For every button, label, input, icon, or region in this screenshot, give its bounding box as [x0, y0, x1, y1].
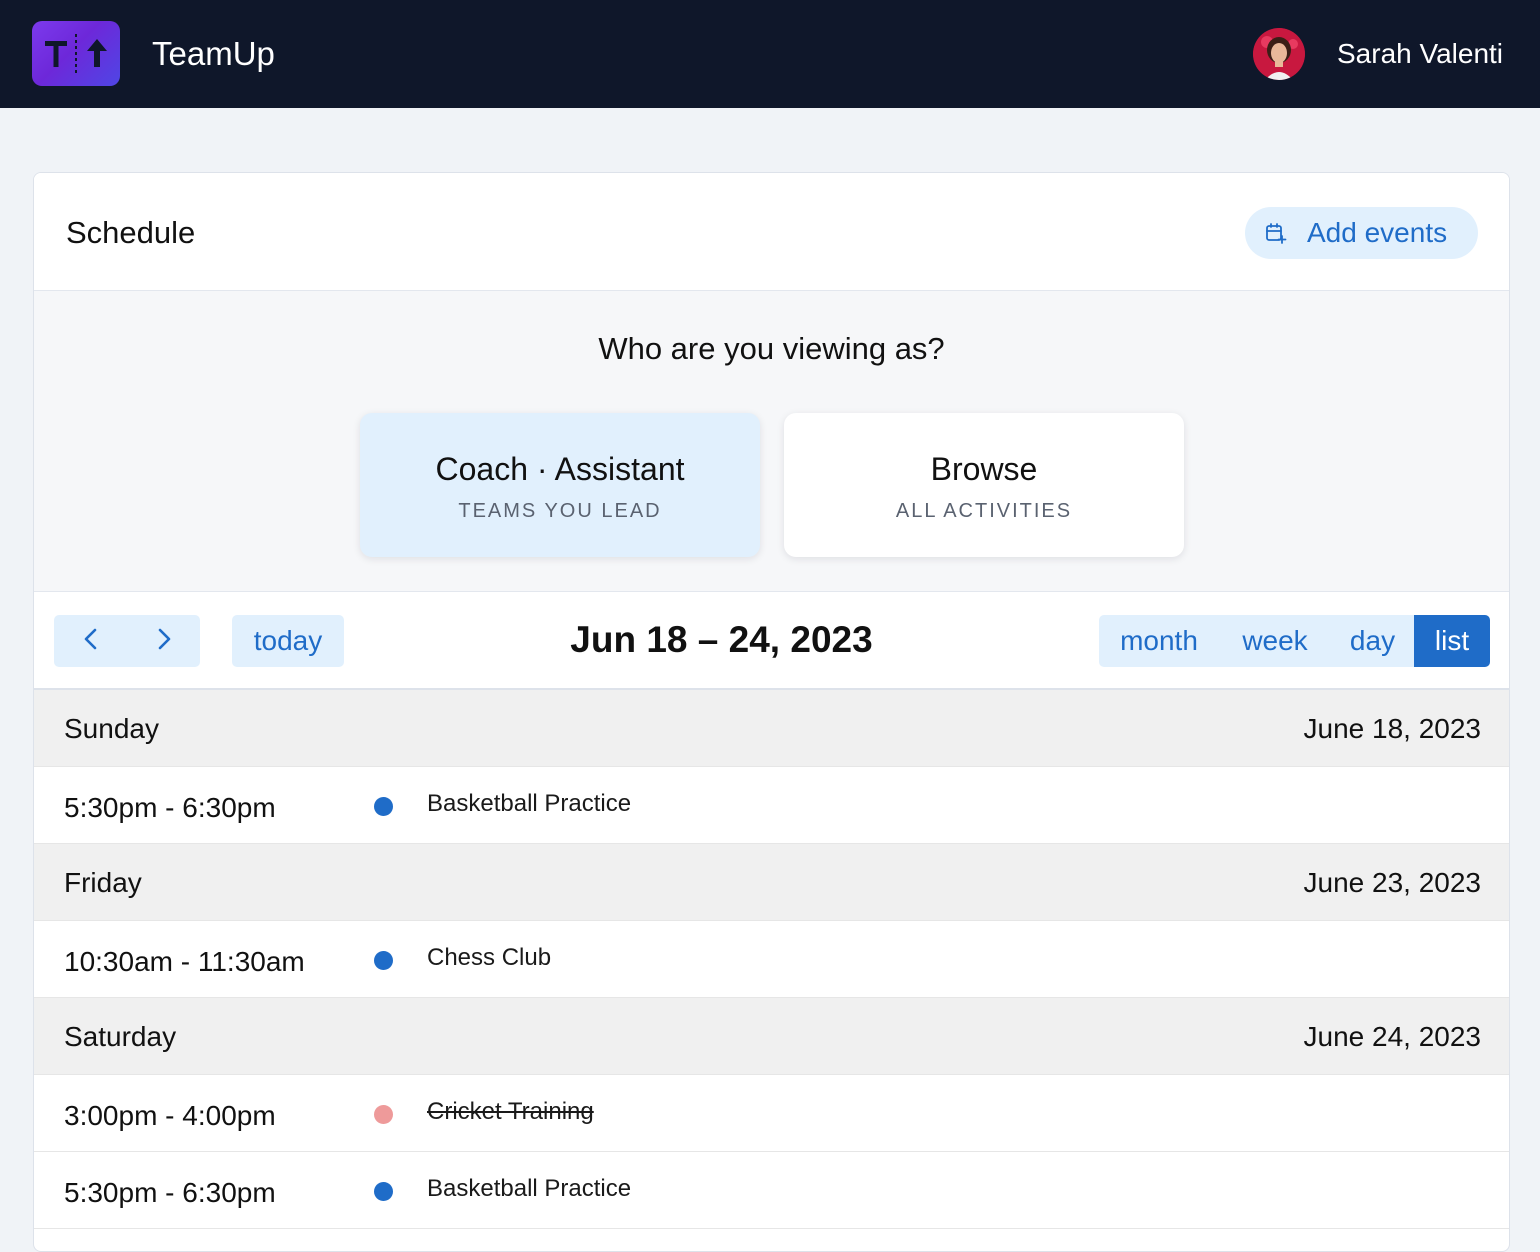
event-title[interactable]: Basketball Practice — [427, 787, 631, 821]
day-header: Saturday June 24, 2023 — [34, 998, 1509, 1075]
event-row[interactable]: 5:30pm - 6:30pm Basketball Practice — [34, 767, 1509, 844]
role-option-subtitle: ALL ACTIVITIES — [895, 500, 1073, 522]
event-dot — [374, 1182, 393, 1201]
event-time: 5:30pm - 6:30pm — [64, 792, 276, 823]
day-header: Sunday June 18, 2023 — [34, 690, 1509, 767]
event-list: Sunday June 18, 2023 5:30pm - 6:30pm Bas… — [34, 690, 1509, 1229]
event-time: 10:30am - 11:30am — [64, 946, 305, 977]
view-day-button[interactable]: day — [1331, 615, 1414, 667]
user-avatar[interactable] — [1253, 28, 1305, 80]
event-time: 5:30pm - 6:30pm — [64, 1177, 276, 1208]
view-week-button[interactable]: week — [1219, 615, 1331, 667]
role-option-browse[interactable]: Browse ALL ACTIVITIES — [784, 413, 1184, 557]
event-time: 3:00pm - 4:00pm — [64, 1100, 276, 1131]
add-events-button[interactable]: Add events — [1245, 207, 1478, 259]
event-row-cancelled[interactable]: 3:00pm - 4:00pm Cricket Training — [34, 1075, 1509, 1152]
top-bar: TeamUp Sarah Valenti — [0, 0, 1540, 108]
calendar-toolbar: today Jun 18 – 24, 2023 month week day l… — [34, 592, 1509, 690]
schedule-header: Schedule Add events — [34, 173, 1509, 291]
event-title[interactable]: Cricket Training — [427, 1095, 594, 1129]
day-name[interactable]: Sunday — [64, 710, 159, 748]
view-month-button[interactable]: month — [1099, 615, 1219, 667]
event-title[interactable]: Chess Club — [427, 941, 551, 975]
day-name[interactable]: Friday — [64, 864, 142, 902]
day-name[interactable]: Saturday — [64, 1018, 176, 1056]
schedule-title: Schedule — [66, 215, 196, 250]
day-date[interactable]: June 24, 2023 — [1304, 1018, 1482, 1056]
viewing-as-panel: Who are you viewing as? Coach · Assistan… — [34, 291, 1509, 592]
view-switcher: month week day list — [1099, 615, 1490, 667]
role-option-title: Coach · Assistant — [435, 451, 685, 487]
day-date[interactable]: June 23, 2023 — [1304, 864, 1482, 902]
add-events-label: Add events — [1307, 217, 1448, 248]
teamup-logo-icon[interactable] — [32, 21, 120, 86]
role-option-subtitle: TEAMS YOU LEAD — [458, 500, 662, 522]
event-title[interactable]: Basketball Practice — [427, 1172, 631, 1206]
role-option-coach-assistant[interactable]: Coach · Assistant TEAMS YOU LEAD — [360, 413, 760, 557]
event-dot — [374, 951, 393, 970]
view-list-button[interactable]: list — [1414, 615, 1490, 667]
event-dot — [374, 797, 393, 816]
day-date[interactable]: June 18, 2023 — [1304, 710, 1482, 748]
viewing-as-question: Who are you viewing as? — [598, 331, 945, 366]
schedule-card: Schedule Add events Who are you viewing … — [33, 172, 1510, 1252]
app-name: TeamUp — [152, 35, 275, 72]
calendar-plus-icon — [1265, 222, 1287, 244]
role-option-title: Browse — [930, 451, 1038, 487]
event-row[interactable]: 10:30am - 11:30am Chess Club — [34, 921, 1509, 998]
user-name[interactable]: Sarah Valenti — [1337, 34, 1503, 74]
event-row[interactable]: 5:30pm - 6:30pm Basketball Practice — [34, 1152, 1509, 1229]
day-header: Friday June 23, 2023 — [34, 844, 1509, 921]
event-dot — [374, 1105, 393, 1124]
